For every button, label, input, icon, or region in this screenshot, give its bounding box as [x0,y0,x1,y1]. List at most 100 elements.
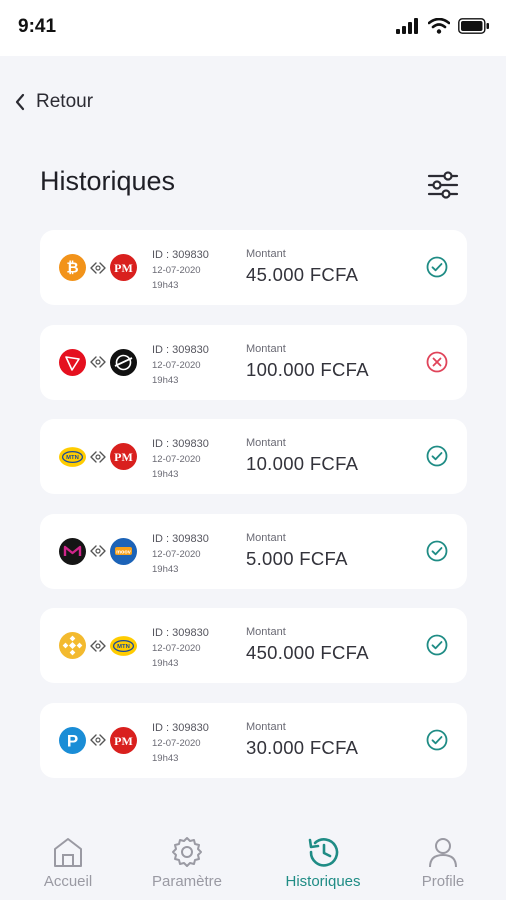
svg-text:PM: PM [114,734,133,748]
svg-text:MTN: MTN [117,644,130,650]
transaction-date: 12-07-2020 [152,548,201,560]
amount-block: Montant 45.000 FCFA [246,248,358,286]
tab-label: Paramètre [151,873,223,890]
amount-block: Montant 10.000 FCFA [246,437,358,475]
back-label: Retour [36,91,94,112]
svg-text:moov: moov [116,549,132,555]
transaction-date: 12-07-2020 [152,454,201,466]
tab-label: Historiques [285,873,361,890]
transaction-logos [59,348,137,376]
check-circle-icon [426,729,448,751]
tab-historiques[interactable]: Historiques [273,835,373,890]
transaction-card[interactable]: ID : 309830 12-07-2020 19h43 Montant 100… [40,324,467,400]
amount-value: 30.000 FCFA [246,736,359,758]
amount-block: Montant 100.000 FCFA [246,343,369,381]
amount-block: Montant 5.000 FCFA [246,532,348,570]
transaction-logos: moov [59,537,137,565]
transaction-card[interactable]: MTN ID : 309830 12-07-2020 19h43 Montant… [40,608,467,684]
filter-sliders-icon [427,171,459,199]
svg-text:₿: ₿ [66,260,78,277]
transaction-id: ID : 309830 [152,721,209,734]
battery-icon [458,18,489,34]
transaction-id: ID : 309830 [152,343,209,356]
transaction-time: 19h43 [152,752,179,764]
chevron-left-icon [15,93,25,111]
transaction-card[interactable]: ₿ PM ID : 309830 12-07-2020 19h43 Montan… [40,230,467,305]
check-circle-icon [426,445,448,467]
amount-label: Montant [246,437,286,450]
bottom-tab-bar: Accueil Paramètre Historiques Profile [0,815,506,900]
stellar-icon [110,348,137,376]
transaction-meta: ID : 309830 12-07-2020 19h43 [152,626,209,671]
status-bar: 9:41 [0,0,506,56]
transaction-date: 12-07-2020 [152,359,201,371]
swap-icon [89,639,107,653]
svg-text:P: P [67,731,78,750]
user-icon [429,838,457,868]
tab-parametre[interactable]: Paramètre [137,835,237,890]
transaction-date: 12-07-2020 [152,737,201,749]
svg-text:PM: PM [114,261,133,275]
transaction-id: ID : 309830 [152,532,209,545]
transaction-time: 19h43 [152,280,179,291]
transaction-date: 12-07-2020 [152,643,201,655]
transaction-list: ₿ PM ID : 309830 12-07-2020 19h43 Montan… [40,230,467,798]
moov-money-icon: moov [110,537,137,565]
wifi-icon [428,18,450,34]
transaction-meta: ID : 309830 12-07-2020 19h43 [152,343,209,388]
swap-icon [89,544,107,558]
status-icons [396,18,490,34]
amount-value: 5.000 FCFA [246,547,348,569]
amount-value: 45.000 FCFA [246,264,359,285]
check-circle-icon [426,256,448,278]
perfect-money-icon: PM [110,443,137,471]
transaction-card[interactable]: MTN PM ID : 309830 12-07-2020 19h43 Mont… [40,419,467,495]
gear-icon [172,837,202,867]
tab-label: Accueil [43,873,93,890]
status-time: 9:41 [18,16,57,37]
signal-icon [396,18,418,34]
transaction-time: 19h43 [152,658,179,670]
transaction-logos: MTN [59,632,137,660]
transaction-date: 12-07-2020 [152,265,201,276]
amount-label: Montant [246,720,286,733]
amount-value: 100.000 FCFA [246,358,369,380]
amount-block: Montant 30.000 FCFA [246,721,358,759]
transaction-time: 19h43 [152,563,179,575]
tab-accueil[interactable]: Accueil [18,835,118,890]
perfect-money-icon: PM [110,726,137,754]
amount-label: Montant [246,531,286,544]
transaction-meta: ID : 309830 12-07-2020 19h43 [152,532,209,577]
transaction-meta: ID : 309830 12-07-2020 19h43 [152,248,209,293]
amount-label: Montant [246,626,286,639]
amount-label: Montant [246,342,286,355]
tab-label: Profile [421,873,465,890]
check-circle-icon [426,634,448,656]
swap-icon [89,355,107,369]
transaction-meta: ID : 309830 12-07-2020 19h43 [152,721,209,766]
amount-block: Montant 450.000 FCFA [246,626,369,664]
mtn-icon: MTN [59,443,86,470]
transaction-meta: ID : 309830 12-07-2020 19h43 [152,437,209,482]
x-circle-icon [426,351,448,373]
amount-label: Montant [246,248,286,260]
home-icon [54,838,82,867]
back-button[interactable]: Retour [14,88,93,116]
transaction-logos: P PM [59,726,137,754]
transaction-time: 19h43 [152,374,179,386]
transaction-card[interactable]: moov ID : 309830 12-07-2020 19h43 Montan… [40,513,467,589]
monero-icon [59,537,86,565]
bitcoin-icon: ₿ [59,254,86,281]
svg-text:MTN: MTN [66,455,79,461]
tab-profile[interactable]: Profile [393,835,493,890]
transaction-card[interactable]: P PM ID : 309830 12-07-2020 19h43 Montan… [40,702,467,778]
payeer-icon: P [59,726,86,754]
amount-value: 10.000 FCFA [246,453,359,475]
page-title: Historiques [40,166,176,196]
mtn-icon: MTN [110,632,137,659]
tron-icon [59,348,86,376]
filter-button[interactable] [426,170,460,200]
transaction-id: ID : 309830 [152,249,209,261]
history-icon [308,838,339,867]
transaction-id: ID : 309830 [152,438,209,451]
